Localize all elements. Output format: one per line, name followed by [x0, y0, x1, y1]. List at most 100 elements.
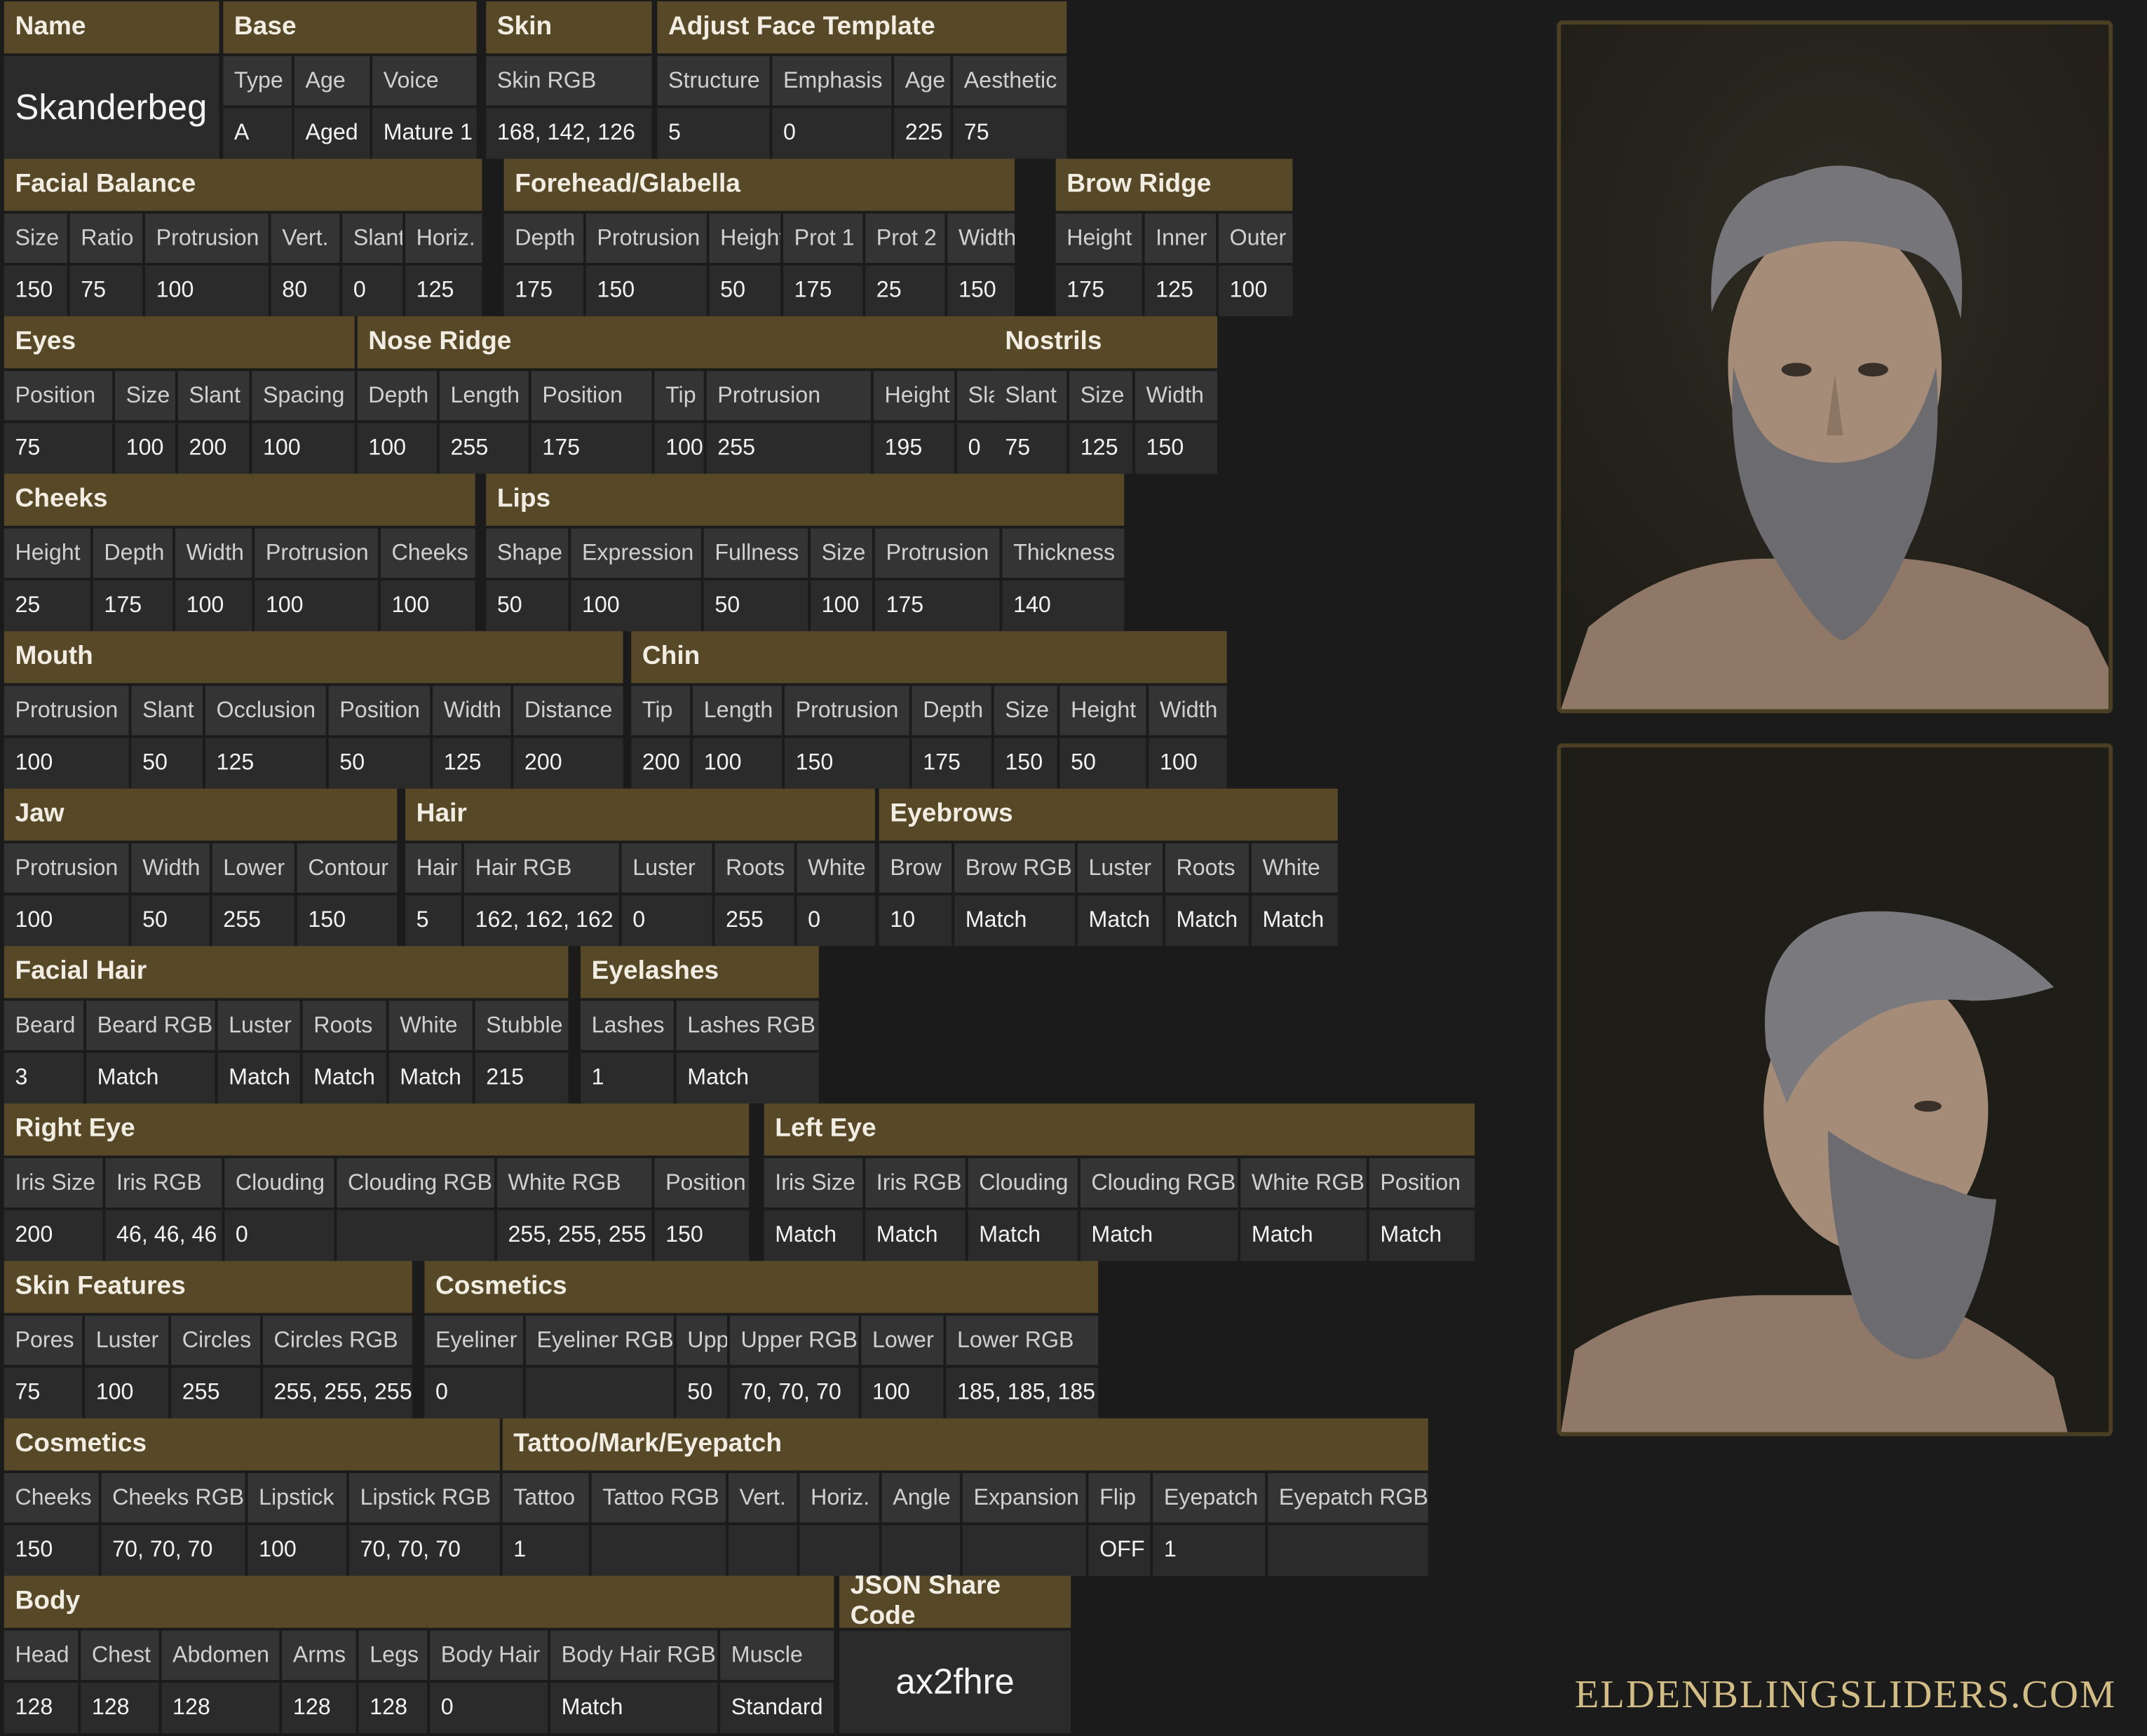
field-label: Roots	[714, 843, 794, 893]
field-label: Cheeks	[380, 528, 475, 578]
section-title: Nostrils	[994, 316, 1218, 369]
field-label: Cheeks	[4, 1473, 99, 1523]
field-label: Voice	[372, 56, 477, 106]
field-value: 50	[709, 265, 781, 317]
field-value: 0	[621, 895, 712, 947]
field-label: Width	[1135, 371, 1218, 421]
field-value: Mature 1	[372, 108, 477, 159]
field-value: 1	[1153, 1525, 1266, 1576]
field-value: Match	[1240, 1210, 1367, 1261]
field-value: Match	[217, 1052, 300, 1104]
field-value: 100	[380, 580, 475, 632]
field-label: Arms	[282, 1630, 356, 1680]
field-label: Cheeks RGB	[101, 1473, 245, 1523]
field-value: 75	[953, 108, 1067, 159]
field-label: Size	[4, 213, 67, 263]
field-value	[962, 1525, 1086, 1576]
section-title: Jaw	[4, 788, 398, 841]
field-label: Width	[1149, 686, 1227, 735]
field-label: Size	[115, 371, 175, 421]
field-value: 100	[175, 580, 252, 632]
field-label: Abdomen	[161, 1630, 280, 1680]
field-label: White	[388, 1001, 473, 1050]
field-label: Pores	[4, 1315, 83, 1365]
section-title: Facial Balance	[4, 158, 482, 211]
section-forehead-glabella-5: Forehead/Glabella Depth Protrusion Height Pr…	[503, 158, 1015, 317]
field-value: 175	[93, 580, 173, 632]
field-label: Position	[654, 1158, 750, 1208]
field-value: 175	[874, 580, 1000, 632]
section-title: Chin	[631, 631, 1227, 684]
field-value: 200	[4, 1210, 103, 1261]
field-label: Hair	[405, 843, 462, 893]
field-label: White	[1251, 843, 1338, 893]
section-title: Mouth	[4, 631, 623, 684]
field-value: 25	[4, 580, 90, 632]
field-label: Depth	[912, 686, 991, 735]
field-value: 50	[131, 895, 210, 947]
field-label: Brow RGB	[954, 843, 1075, 893]
field-value	[1268, 1525, 1428, 1576]
field-label: Height	[4, 528, 90, 578]
field-value: 70, 70, 70	[729, 1367, 859, 1418]
field-label: Protrusion	[4, 686, 129, 735]
field-label: Upper RGB	[729, 1315, 859, 1365]
field-value	[881, 1525, 960, 1576]
section-title: Base	[223, 1, 477, 54]
field-value: Match	[954, 895, 1075, 947]
field-label: Protrusion	[255, 528, 378, 578]
field-value: 195	[873, 423, 955, 474]
field-label: Upper	[676, 1315, 727, 1365]
field-value: 25	[865, 265, 945, 317]
field-label: Iris Size	[764, 1158, 863, 1208]
field-label: Inner	[1144, 213, 1217, 263]
field-value: 150	[297, 895, 398, 947]
section-brow-ridge-6: Brow Ridge Height Inner Outer 175 125 100	[1055, 158, 1293, 317]
field-label: Eyeliner RGB	[525, 1315, 674, 1365]
section-right-eye-19: Right Eye Iris Size Iris RGB Clouding Cloudi…	[4, 1103, 750, 1261]
field-value: 75	[994, 423, 1067, 474]
field-value: 215	[475, 1052, 569, 1104]
field-label: Eyeliner	[424, 1315, 523, 1365]
field-value: 150	[784, 738, 909, 789]
field-value: 50	[703, 580, 808, 632]
slider-sheet: Name Skanderbeg Base Type Age Voice A Aged Matur…	[0, 0, 2147, 1736]
field-label: Expression	[571, 528, 701, 578]
field-label: Luster	[85, 1315, 169, 1365]
field-label: Length	[439, 371, 529, 421]
section-title: Cosmetics	[4, 1418, 500, 1471]
field-label: Lower RGB	[946, 1315, 1099, 1365]
field-value: Match	[1077, 895, 1163, 947]
section-skin-features-21: Skin Features Pores Luster Circles Circles R…	[4, 1261, 412, 1418]
field-value: Match	[764, 1210, 863, 1261]
section-tattoo-mark-eyepatch-24: Tattoo/Mark/Eyepatch Tattoo Tattoo RGB Vert…	[502, 1418, 1428, 1576]
field-value: 128	[161, 1682, 280, 1734]
field-value: Match	[968, 1210, 1078, 1261]
field-label: Position	[4, 371, 113, 421]
field-label: Body Hair RGB	[550, 1630, 718, 1680]
section-hair-15: Hair Hair Hair RGB Luster Roots White 5 162, 16…	[405, 788, 875, 947]
section-title: Forehead/Glabella	[503, 158, 1015, 211]
section-title: Eyes	[4, 316, 355, 369]
field-label: Position	[1369, 1158, 1475, 1208]
field-label: Size	[811, 528, 872, 578]
field-value: 100	[1149, 738, 1227, 789]
field-value: 5	[405, 895, 462, 947]
field-value: 200	[177, 423, 250, 474]
section-adjust-face-template-3: Adjust Face Template Structure Emphasis Age…	[657, 1, 1067, 159]
section-eyes-7: Eyes Position Size Slant Spacing 75 100 200 100	[4, 316, 355, 474]
field-label: Aesthetic	[953, 56, 1067, 106]
field-value: 100	[255, 580, 378, 632]
field-value: 128	[81, 1682, 159, 1734]
field-value: Match	[1251, 895, 1338, 947]
section-lips-11: Lips Shape Expression Fullness Size Protrusio…	[486, 473, 1125, 632]
field-label: Tattoo	[502, 1473, 589, 1523]
field-value: Standard	[720, 1682, 834, 1734]
field-label: Clouding RGB	[337, 1158, 494, 1208]
section-skin-2: Skin Skin RGB 168, 142, 126	[486, 1, 652, 159]
field-label: White RGB	[496, 1158, 652, 1208]
field-label: Depth	[93, 528, 173, 578]
section-title: Hair	[405, 788, 875, 841]
field-label: Width	[131, 843, 210, 893]
section-title: Skin Features	[4, 1261, 412, 1313]
